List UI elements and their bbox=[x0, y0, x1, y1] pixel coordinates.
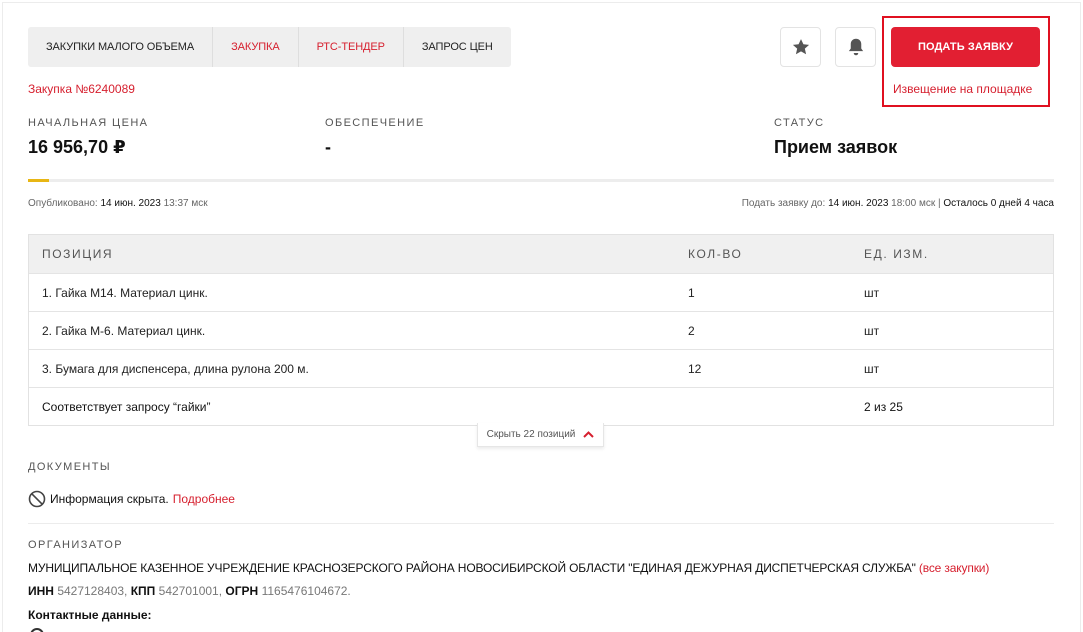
time-remaining: Осталось 0 дней 4 часа bbox=[943, 198, 1054, 209]
category-tabs: ЗАКУПКИ МАЛОГО ОБЪЕМА ЗАКУПКА РТС-ТЕНДЕР… bbox=[28, 27, 511, 67]
bell-icon bbox=[848, 38, 863, 56]
table-row: 2. Гайка М-6. Материал цинк. 2 шт bbox=[29, 311, 1053, 349]
match-count: 2 из 25 bbox=[864, 399, 903, 414]
initial-price-value: 16 956,70 ₽ bbox=[28, 137, 126, 157]
positions-table: ПОЗИЦИЯ КОЛ-ВО ЕД. ИЗМ. 1. Гайка М14. Ма… bbox=[28, 234, 1054, 426]
documents-hidden-info: Информация скрыта. Подробнее bbox=[28, 490, 235, 508]
section-divider bbox=[28, 523, 1054, 524]
inn-label: ИНН bbox=[28, 584, 54, 598]
hidden-text: Информация скрыта. bbox=[50, 492, 169, 506]
tab-purchase[interactable]: ЗАКУПКА bbox=[213, 27, 299, 67]
published-date: 14 июн. 2023 bbox=[100, 198, 161, 209]
all-purchases-link[interactable]: (все закупки) bbox=[919, 561, 989, 575]
position-name: 2. Гайка М-6. Материал цинк. bbox=[42, 323, 206, 338]
deadline-prefix: Подать заявку до: bbox=[741, 198, 826, 209]
position-qty: 12 bbox=[688, 361, 702, 376]
published-time: 13:37 мск bbox=[163, 198, 208, 209]
collapse-label: Скрыть 22 позиций bbox=[486, 429, 576, 440]
position-unit: шт bbox=[864, 361, 880, 376]
published-prefix: Опубликовано: bbox=[28, 198, 98, 209]
deadline-info: Подать заявку до: 14 июн. 2023 18:00 мск… bbox=[742, 198, 1054, 209]
time-progress-fill bbox=[28, 179, 49, 182]
time-progress-bar bbox=[28, 179, 1054, 182]
status-value: Прием заявок bbox=[774, 137, 898, 157]
tab-small-purchases[interactable]: ЗАКУПКИ МАЛОГО ОБЪЕМА bbox=[28, 27, 214, 67]
position-name: 3. Бумага для диспенсера, длина рулона 2… bbox=[42, 361, 309, 376]
ogrn-label: ОГРН bbox=[225, 584, 259, 598]
notify-button[interactable] bbox=[835, 27, 876, 67]
match-text: Соответствует запросу “гайки” bbox=[42, 399, 211, 414]
deadline-time: 18:00 мск bbox=[891, 198, 936, 209]
tab-rts-tender[interactable]: РТС-ТЕНДЕР bbox=[299, 27, 404, 67]
chevron-up-icon bbox=[583, 431, 595, 438]
header-unit: ЕД. ИЗМ. bbox=[864, 247, 929, 261]
organizer-label: ОРГАНИЗАТОР bbox=[28, 539, 123, 551]
table-header: ПОЗИЦИЯ КОЛ-ВО ЕД. ИЗМ. bbox=[29, 235, 1053, 273]
kpp-label: КПП bbox=[130, 584, 156, 598]
header-quantity: КОЛ-ВО bbox=[688, 247, 743, 261]
contacts-label: Контактные данные: bbox=[28, 608, 152, 622]
platform-notice-link[interactable]: Извещение на площадке bbox=[893, 82, 1032, 96]
deadline-date: 14 июн. 2023 bbox=[828, 198, 889, 209]
hidden-icon bbox=[28, 490, 46, 508]
position-name: 1. Гайка М14. Материал цинк. bbox=[42, 285, 208, 300]
initial-price-label: НАЧАЛЬНАЯ ЦЕНА bbox=[28, 117, 149, 129]
ogrn-value: 1165476104672. bbox=[261, 584, 351, 598]
security-label: ОБЕСПЕЧЕНИЕ bbox=[325, 117, 425, 129]
favorite-button[interactable] bbox=[780, 27, 821, 67]
published-info: Опубликовано: 14 июн. 2023 13:37 мск bbox=[28, 198, 208, 209]
security-value: - bbox=[325, 137, 331, 157]
inn-value: 5427128403, bbox=[57, 584, 128, 598]
organizer-ids: ИНН 5427128403, КПП 542701001, ОГРН 1165… bbox=[28, 584, 351, 598]
match-summary-row: Соответствует запросу “гайки” 2 из 25 bbox=[29, 387, 1053, 425]
collapse-positions-button[interactable]: Скрыть 22 позиций bbox=[477, 423, 604, 447]
deadline-separator: | bbox=[938, 198, 941, 209]
header-position: ПОЗИЦИЯ bbox=[42, 247, 114, 261]
position-qty: 1 bbox=[688, 285, 695, 300]
more-link[interactable]: Подробнее bbox=[173, 492, 235, 506]
position-qty: 2 bbox=[688, 323, 695, 338]
kpp-value: 542701001, bbox=[158, 584, 223, 598]
status-label: СТАТУС bbox=[774, 117, 825, 129]
position-unit: шт bbox=[864, 323, 880, 338]
documents-label: ДОКУМЕНТЫ bbox=[28, 461, 112, 473]
purchase-number-link[interactable]: Закупка №6240089 bbox=[28, 82, 135, 96]
star-icon bbox=[792, 39, 809, 55]
organizer-name-text: МУНИЦИПАЛЬНОЕ КАЗЕННОЕ УЧРЕЖДЕНИЕ КРАСНО… bbox=[28, 561, 916, 575]
table-row: 1. Гайка М14. Материал цинк. 1 шт bbox=[29, 273, 1053, 311]
tab-price-request[interactable]: ЗАПРОС ЦЕН bbox=[404, 27, 511, 67]
table-row: 3. Бумага для диспенсера, длина рулона 2… bbox=[29, 349, 1053, 387]
submit-application-button[interactable]: ПОДАТЬ ЗАЯВКУ bbox=[891, 27, 1040, 67]
organizer-name: МУНИЦИПАЛЬНОЕ КАЗЕННОЕ УЧРЕЖДЕНИЕ КРАСНО… bbox=[28, 561, 989, 575]
position-unit: шт bbox=[864, 285, 880, 300]
